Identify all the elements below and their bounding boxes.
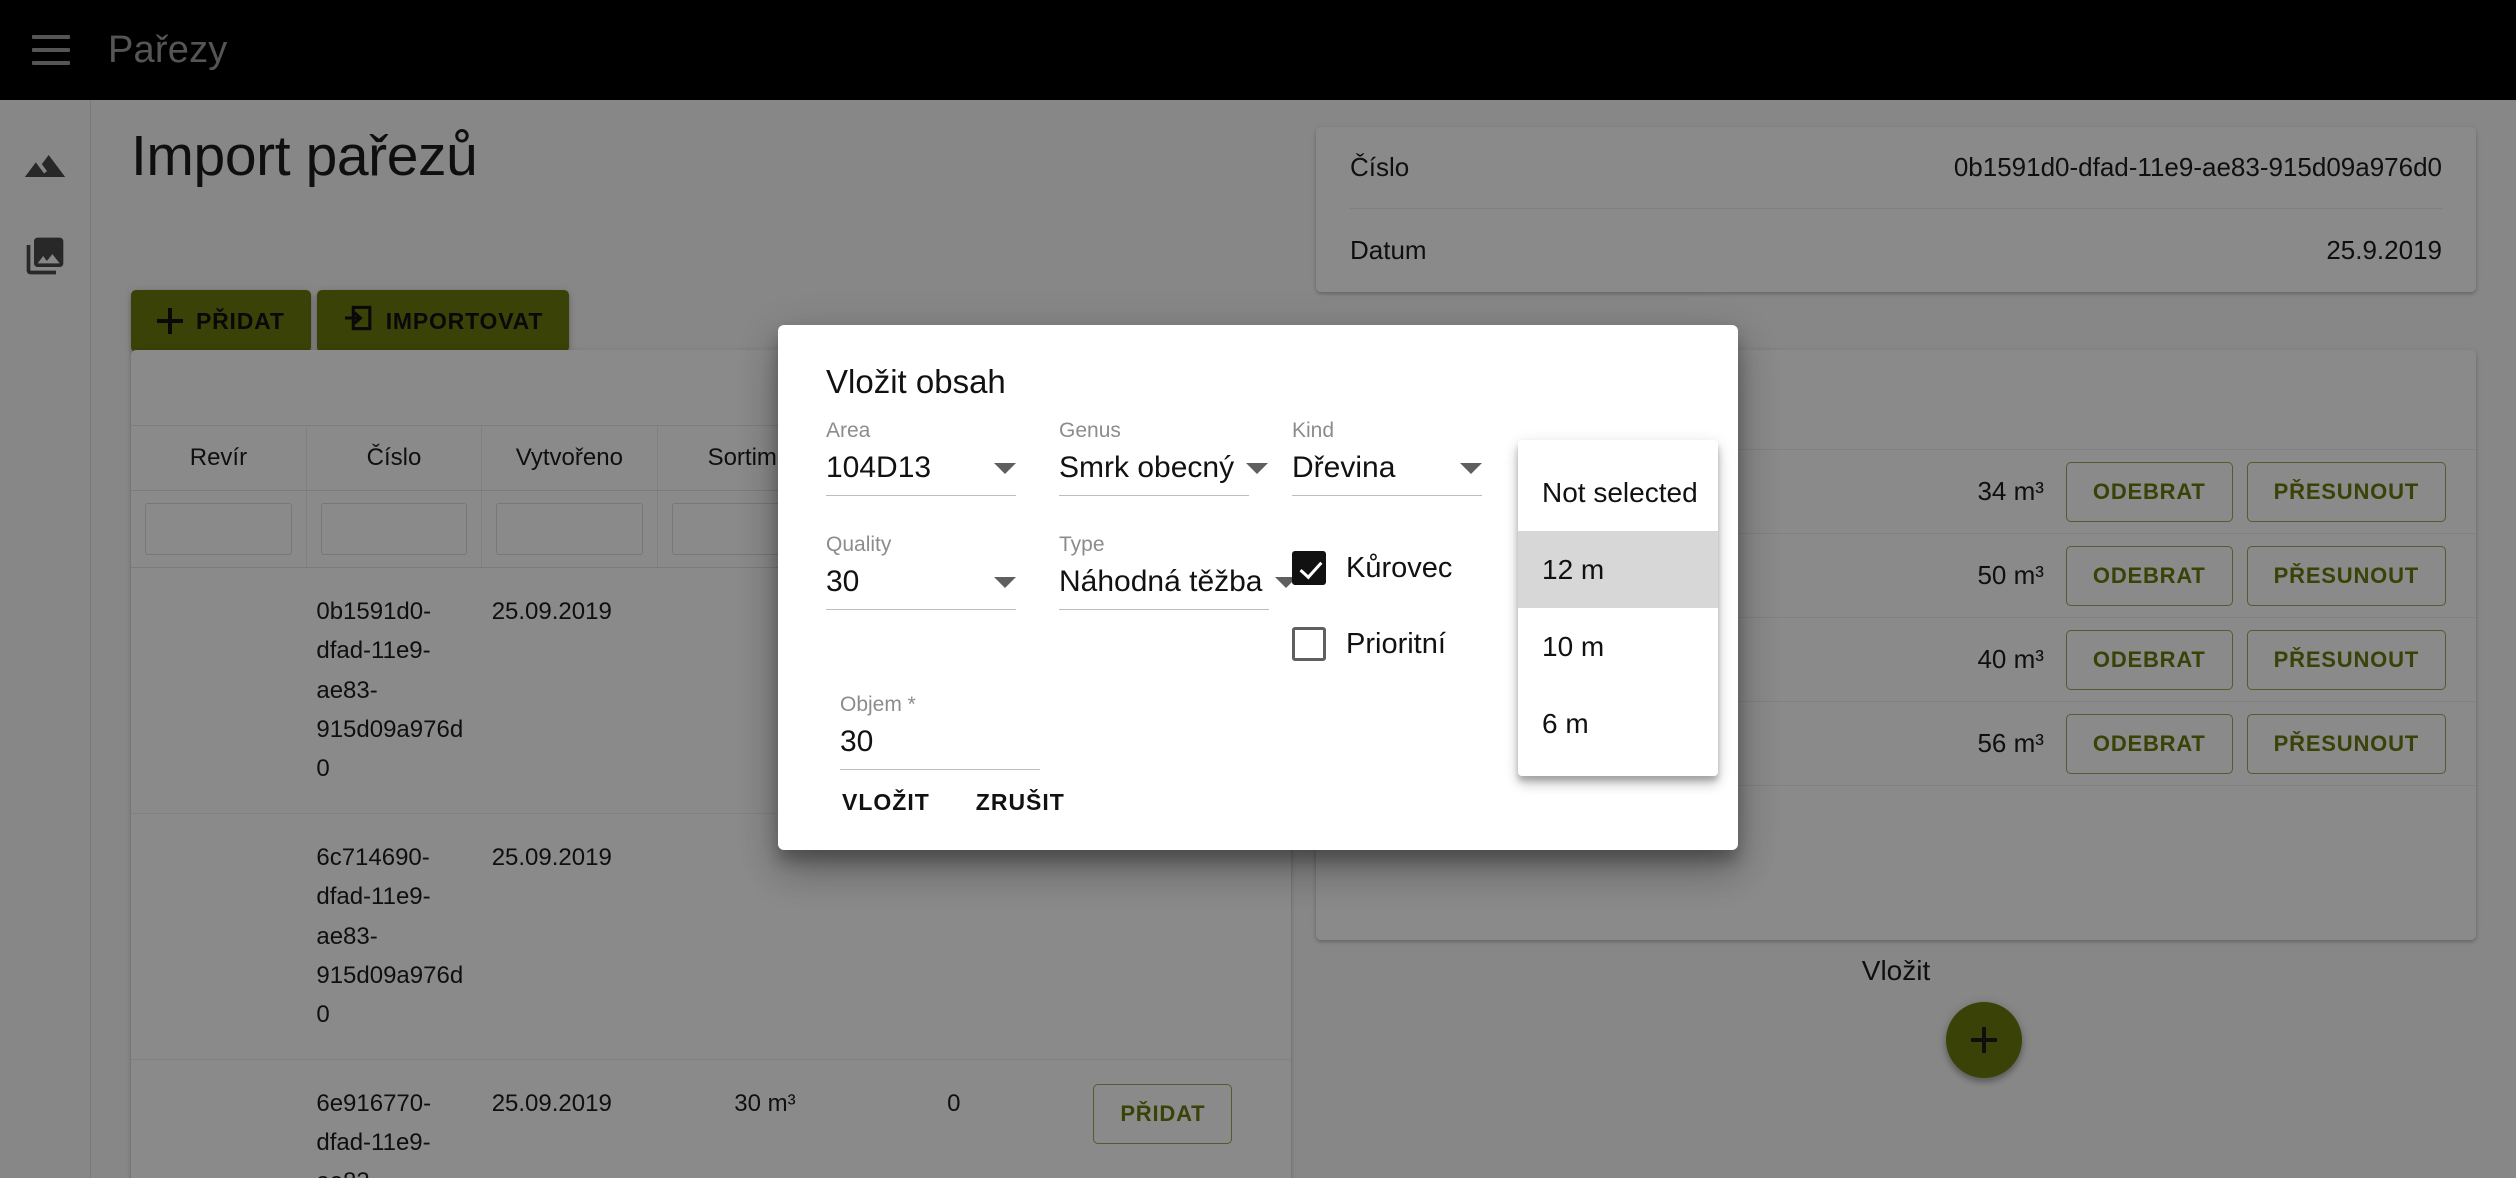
chevron-down-icon bbox=[1460, 462, 1482, 474]
select-dropdown-menu: Not selected 12 m 10 m 6 m bbox=[1518, 440, 1718, 776]
checkbox-prioritni-label: Prioritní bbox=[1346, 627, 1446, 660]
select-quality[interactable]: 30 bbox=[826, 565, 1016, 610]
field-objem: Objem * 30 bbox=[840, 693, 1040, 770]
field-genus: Genus Smrk obecný bbox=[1059, 419, 1269, 496]
chevron-down-icon bbox=[1246, 462, 1269, 474]
dialog-title: Vložit obsah bbox=[826, 363, 1006, 400]
field-kind: Kind Dřevina bbox=[1292, 419, 1482, 496]
select-area[interactable]: 104D13 bbox=[826, 451, 1016, 496]
menu-item-not-selected[interactable]: Not selected bbox=[1518, 454, 1718, 531]
select-type-value: Náhodná těžba bbox=[1059, 565, 1263, 598]
checkbox-kurovec[interactable]: Kůrovec bbox=[1292, 551, 1452, 585]
checkbox-unchecked-icon bbox=[1292, 627, 1326, 661]
field-quality: Quality 30 bbox=[826, 533, 1016, 610]
dialog-action-row: VLOŽIT ZRUŠIT bbox=[826, 777, 1081, 828]
field-label-area: Area bbox=[826, 419, 871, 442]
field-type: Type Náhodná těžba bbox=[1059, 533, 1297, 610]
field-area: Area 104D13 bbox=[826, 419, 1016, 496]
select-quality-value: 30 bbox=[826, 565, 860, 598]
dialog-cancel-button[interactable]: ZRUŠIT bbox=[960, 777, 1081, 828]
input-objem[interactable]: 30 bbox=[840, 725, 1040, 770]
select-kind[interactable]: Dřevina bbox=[1292, 451, 1482, 496]
chevron-down-icon bbox=[994, 462, 1016, 474]
select-type[interactable]: Náhodná těžba bbox=[1059, 565, 1297, 610]
dialog-confirm-button[interactable]: VLOŽIT bbox=[826, 777, 946, 828]
select-genus[interactable]: Smrk obecný bbox=[1059, 451, 1269, 496]
checkbox-kurovec-label: Kůrovec bbox=[1346, 551, 1453, 584]
select-area-value: 104D13 bbox=[826, 451, 932, 484]
field-label-quality: Quality bbox=[826, 533, 892, 556]
input-objem-value: 30 bbox=[840, 725, 874, 758]
field-label-kind: Kind bbox=[1292, 419, 1335, 442]
field-label-genus: Genus bbox=[1059, 419, 1121, 442]
chevron-down-icon bbox=[994, 576, 1016, 588]
menu-item-6m[interactable]: 6 m bbox=[1518, 685, 1718, 762]
field-label-objem: Objem * bbox=[840, 693, 916, 716]
app-root: Pařezy Import pařezů PŘIDAT IMPORTOVAT R… bbox=[0, 0, 2516, 1178]
checkbox-checked-icon bbox=[1292, 551, 1326, 585]
menu-item-10m[interactable]: 10 m bbox=[1518, 608, 1718, 685]
menu-item-12m[interactable]: 12 m bbox=[1518, 531, 1718, 608]
checkbox-prioritni[interactable]: Prioritní bbox=[1292, 627, 1446, 661]
select-kind-value: Dřevina bbox=[1292, 451, 1396, 484]
select-genus-value: Smrk obecný bbox=[1059, 451, 1235, 484]
field-label-type: Type bbox=[1059, 533, 1105, 556]
